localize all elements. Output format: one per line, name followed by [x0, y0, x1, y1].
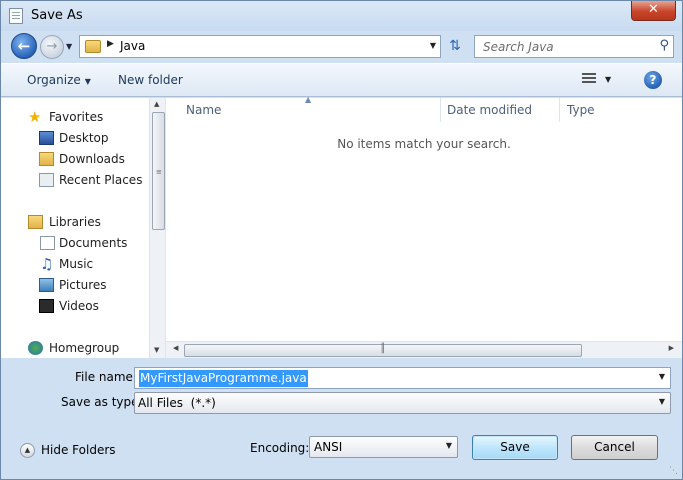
- file-name-value[interactable]: MyFirstJavaProgramme.java: [139, 370, 308, 387]
- close-button[interactable]: ✕: [631, 1, 676, 21]
- downloads-icon: [39, 152, 54, 166]
- encoding-value: ANSI: [314, 440, 343, 454]
- refresh-icon[interactable]: ⇅: [444, 36, 466, 58]
- browser-area: ★ Favorites Desktop Downloads Recent Pla…: [1, 95, 682, 358]
- sidebar-item-music[interactable]: ♫ Music: [1, 254, 149, 274]
- sidebar-item-label: Homegroup: [49, 341, 120, 355]
- documents-icon: [40, 236, 55, 250]
- sidebar-item-pictures[interactable]: Pictures: [1, 275, 149, 295]
- sidebar-item-label: Favorites: [49, 110, 104, 124]
- help-icon[interactable]: ?: [644, 71, 662, 89]
- sidebar-item-label: Libraries: [49, 215, 101, 229]
- breadcrumb-java[interactable]: Java: [120, 39, 145, 53]
- command-toolbar: Organize ▼ New folder ▼ ?: [1, 63, 682, 97]
- pictures-icon: [39, 278, 54, 292]
- column-header-name[interactable]: Name: [186, 98, 221, 122]
- sidebar-item-downloads[interactable]: Downloads: [1, 149, 149, 169]
- scroll-up-icon[interactable]: ▲: [154, 100, 159, 108]
- file-list-scrollbar[interactable]: ◀ ║ ▶: [166, 341, 682, 358]
- collapse-up-icon: ▲: [20, 443, 35, 458]
- window-title: Save As: [31, 8, 83, 23]
- sidebar-item-desktop[interactable]: Desktop: [1, 128, 149, 148]
- encoding-select[interactable]: ANSI ▼: [309, 436, 458, 458]
- resize-grip-icon[interactable]: ⋱: [669, 466, 678, 476]
- address-bar[interactable]: ▶ Java ▼: [79, 35, 441, 58]
- column-header-date-modified[interactable]: Date modified: [447, 98, 532, 122]
- sidebar-item-favorites[interactable]: ★ Favorites: [1, 107, 149, 127]
- cancel-button[interactable]: Cancel: [571, 435, 658, 460]
- scroll-left-icon[interactable]: ◀: [173, 344, 178, 352]
- back-arrow-icon[interactable]: ←: [11, 33, 37, 59]
- sidebar-item-label: Desktop: [59, 131, 109, 145]
- chevron-down-icon: ▼: [84, 77, 91, 86]
- navigation-pane: ★ Favorites Desktop Downloads Recent Pla…: [1, 98, 166, 358]
- file-name-field[interactable]: MyFirstJavaProgramme.java ▼: [134, 367, 671, 389]
- views-icon[interactable]: [582, 73, 596, 85]
- file-list-pane: ▲ Name Date modified Type No items match…: [166, 95, 682, 358]
- sidebar-item-videos[interactable]: Videos: [1, 296, 149, 316]
- hide-folders-label: Hide Folders: [41, 443, 116, 457]
- music-icon: ♫: [40, 255, 54, 273]
- recent-places-icon: [39, 173, 54, 187]
- title-bar[interactable]: Save As ✕: [1, 1, 682, 31]
- new-folder-button[interactable]: New folder: [118, 73, 183, 87]
- save-button[interactable]: Save: [472, 435, 558, 460]
- navigation-scrollbar[interactable]: ▲ ≡ ▼: [149, 98, 165, 358]
- chevron-down-icon[interactable]: ▼: [446, 441, 452, 450]
- folder-icon: [85, 40, 101, 53]
- encoding-label: Encoding:: [250, 441, 310, 455]
- homegroup-icon: [28, 341, 43, 355]
- sidebar-item-documents[interactable]: Documents: [1, 233, 149, 253]
- desktop-icon: [39, 131, 54, 145]
- star-icon: ★: [28, 108, 42, 126]
- search-icon[interactable]: ⚲: [659, 38, 669, 53]
- organize-button[interactable]: Organize ▼: [27, 73, 91, 87]
- chevron-down-icon[interactable]: ▼: [659, 372, 665, 381]
- file-name-label: File name:: [75, 370, 137, 384]
- sidebar-item-libraries[interactable]: Libraries: [1, 212, 149, 232]
- address-dropdown-icon[interactable]: ▼: [430, 41, 436, 50]
- file-name-row: File name: MyFirstJavaProgramme.java ▼: [1, 367, 682, 389]
- scroll-down-icon[interactable]: ▼: [154, 346, 159, 354]
- save-as-type-select[interactable]: All Files (*.*) ▼: [134, 392, 671, 414]
- libraries-icon: [28, 215, 43, 229]
- column-divider[interactable]: [559, 98, 560, 122]
- scrollbar-thumb[interactable]: ║: [184, 344, 582, 357]
- search-input[interactable]: [481, 38, 651, 55]
- chevron-down-icon[interactable]: ▼: [659, 397, 665, 406]
- column-divider[interactable]: [440, 98, 441, 122]
- sidebar-item-label: Pictures: [59, 278, 107, 292]
- sidebar-item-label: Music: [59, 257, 94, 271]
- forward-arrow-icon[interactable]: →: [40, 35, 64, 59]
- sidebar-item-label: Downloads: [59, 152, 125, 166]
- empty-message: No items match your search.: [337, 137, 511, 151]
- sidebar-item-label: Videos: [59, 299, 99, 313]
- videos-icon: [39, 299, 54, 313]
- notepad-icon: [9, 8, 23, 24]
- sidebar-item-label: Documents: [59, 236, 128, 250]
- breadcrumb-arrow-icon[interactable]: ▶: [107, 39, 114, 49]
- views-dropdown-icon[interactable]: ▼: [605, 75, 611, 84]
- scrollbar-thumb[interactable]: ≡: [152, 112, 165, 230]
- sort-ascending-icon: ▲: [305, 95, 312, 104]
- recent-locations-dropdown-icon[interactable]: ▼: [66, 42, 72, 51]
- save-as-type-label: Save as type:: [61, 395, 143, 409]
- search-box[interactable]: ⚲: [474, 35, 674, 58]
- sidebar-item-homegroup[interactable]: Homegroup: [1, 338, 149, 358]
- save-as-type-value: All Files (*.*): [138, 396, 216, 410]
- save-as-dialog: Save As ✕ ← → ▼ ▶ Java ▼ ⇅ ⚲ Organize▼ N…: [0, 0, 683, 480]
- scroll-right-icon[interactable]: ▶: [669, 344, 674, 352]
- column-header-type[interactable]: Type: [567, 98, 595, 122]
- organize-label: Organize: [27, 73, 81, 87]
- sidebar-item-recent-places[interactable]: Recent Places: [1, 170, 149, 190]
- grip-icon: ║: [380, 344, 386, 354]
- sidebar-item-label: Recent Places: [59, 173, 143, 187]
- save-as-type-row: Save as type: All Files (*.*) ▼: [1, 392, 682, 414]
- grip-icon: ≡: [156, 168, 162, 176]
- navigation-bar: ← → ▼ ▶ Java ▼ ⇅ ⚲: [1, 31, 682, 63]
